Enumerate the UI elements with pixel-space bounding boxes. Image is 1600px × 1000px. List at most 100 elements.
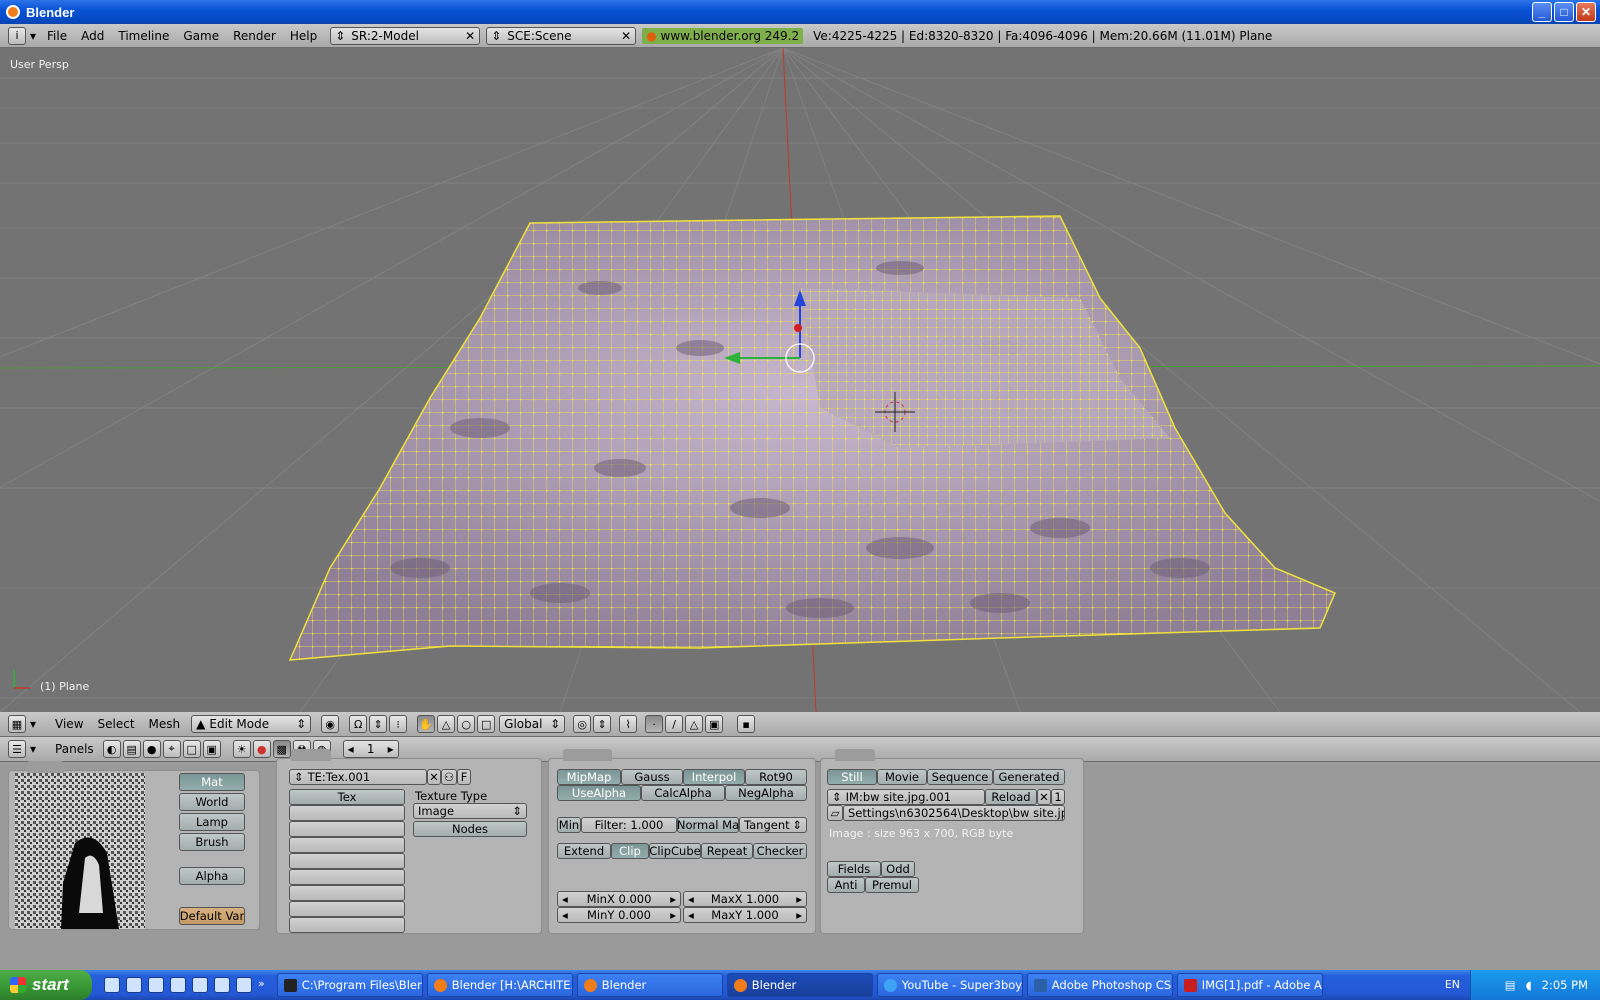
- face-select-icon[interactable]: △: [685, 715, 704, 733]
- close-button[interactable]: ✕: [1576, 2, 1596, 22]
- clipcube-button[interactable]: ClipCube: [649, 843, 701, 859]
- extend-button[interactable]: Extend: [557, 843, 611, 859]
- image-path-field[interactable]: Settings\n6302564\Desktop\bw site.jpg: [843, 805, 1065, 821]
- scale-icon[interactable]: □: [477, 715, 496, 733]
- anti-toggle[interactable]: Anti: [827, 877, 865, 893]
- screen-selector[interactable]: ⇕ SR:2-Model ✕: [330, 26, 481, 45]
- ie-icon[interactable]: [104, 977, 120, 993]
- texture-channel-slot[interactable]: [289, 901, 405, 917]
- texture-channel-slot[interactable]: [289, 917, 405, 933]
- more-chevron-icon[interactable]: »: [258, 977, 265, 993]
- preview-world-button[interactable]: World: [179, 793, 245, 811]
- menu-add[interactable]: Add: [74, 29, 111, 43]
- start-button[interactable]: start: [0, 970, 92, 1000]
- editor-type-icon[interactable]: ▦: [8, 715, 26, 733]
- increment-arrow-icon[interactable]: ▸: [796, 908, 802, 922]
- mipmap-toggle[interactable]: MipMap: [557, 769, 621, 785]
- snap-icon[interactable]: ⌇: [619, 715, 638, 733]
- menu-view[interactable]: View: [48, 717, 90, 731]
- filter-field[interactable]: Filter: 1.000: [581, 817, 677, 833]
- scene-context-icon[interactable]: ▣: [202, 740, 221, 758]
- collapse-menu-icon[interactable]: ▾: [30, 29, 36, 43]
- fields-toggle[interactable]: Fields: [827, 861, 881, 877]
- delete-screen-icon[interactable]: ✕: [465, 29, 475, 43]
- odd-toggle[interactable]: Odd: [881, 861, 915, 877]
- menu-select[interactable]: Select: [91, 717, 142, 731]
- decrement-arrow-icon[interactable]: ◂: [348, 742, 354, 756]
- premul-toggle[interactable]: Premul: [865, 877, 919, 893]
- source-generated-button[interactable]: Generated: [993, 769, 1065, 785]
- taskbar-item[interactable]: Adobe Photoshop CS...: [1026, 973, 1173, 997]
- script-context-icon[interactable]: ▤: [122, 740, 141, 758]
- version-label[interactable]: ● www.blender.org 249.2: [642, 27, 804, 44]
- delete-scene-icon[interactable]: ✕: [621, 29, 631, 43]
- usealpha-toggle[interactable]: UseAlpha: [557, 785, 641, 801]
- texture-channel-slot[interactable]: [289, 885, 405, 901]
- increment-arrow-icon[interactable]: ▸: [796, 892, 802, 906]
- preview-mat-button[interactable]: Mat: [179, 773, 245, 791]
- source-movie-button[interactable]: Movie: [877, 769, 927, 785]
- clip-button[interactable]: Clip: [611, 843, 649, 859]
- rotate-icon[interactable]: ○: [457, 715, 476, 733]
- ie-icon[interactable]: [236, 977, 252, 993]
- minx-field[interactable]: ◂ MinX 0.000 ▸: [557, 891, 681, 907]
- map-image-panel-tab[interactable]: [563, 749, 612, 761]
- menu-timeline[interactable]: Timeline: [111, 29, 176, 43]
- texture-context-icon[interactable]: ▩: [272, 740, 291, 758]
- menu-game[interactable]: Game: [176, 29, 226, 43]
- texture-channel-slot[interactable]: [289, 837, 405, 853]
- pivot-icon[interactable]: Ω: [349, 715, 368, 733]
- maxx-field[interactable]: ◂ MaxX 1.000 ▸: [683, 891, 807, 907]
- preview-panel-tab[interactable]: [27, 761, 65, 773]
- taskbar-item[interactable]: YouTube - Super3boy...: [876, 973, 1023, 997]
- taskbar-item[interactable]: C:\Program Files\Blen...: [276, 973, 423, 997]
- nodes-button[interactable]: Nodes: [413, 821, 527, 837]
- object-context-icon[interactable]: ⌖: [162, 740, 181, 758]
- frame-number-field[interactable]: ◂ 1 ▸: [342, 740, 399, 758]
- image-name-field[interactable]: ⇕ IM:bw site.jpg.001: [827, 789, 985, 805]
- lamp-context-icon[interactable]: ☀: [232, 740, 251, 758]
- increment-arrow-icon[interactable]: ▸: [670, 892, 676, 906]
- editing-context-icon[interactable]: □: [182, 740, 201, 758]
- calcalpha-toggle[interactable]: CalcAlpha: [641, 785, 725, 801]
- editor-type-icon[interactable]: ☰: [8, 740, 26, 758]
- volume-icon[interactable]: ◖: [1526, 978, 1532, 992]
- texture-name-field[interactable]: ⇕ TE:Tex.001: [289, 769, 427, 785]
- outlook-icon[interactable]: [170, 977, 186, 993]
- pivot-dropdown-icon[interactable]: ⇕: [369, 715, 388, 733]
- hand-manipulator-icon[interactable]: ✋: [417, 715, 436, 733]
- minimize-button[interactable]: _: [1532, 2, 1552, 22]
- menu-mesh[interactable]: Mesh: [142, 717, 188, 731]
- layers-icon[interactable]: ⁝: [389, 715, 408, 733]
- checker-button[interactable]: Checker: [753, 843, 807, 859]
- texture-channel-slot[interactable]: [289, 869, 405, 885]
- network-icon[interactable]: ▤: [1505, 978, 1516, 992]
- window-title-bar[interactable]: Blender _ □ ✕: [0, 0, 1600, 24]
- scene-selector[interactable]: ⇕ SCE:Scene ✕: [486, 26, 637, 45]
- draw-type-icon[interactable]: ◉: [321, 715, 340, 733]
- decrement-arrow-icon[interactable]: ◂: [688, 908, 694, 922]
- mode-selector[interactable]: ▲ Edit Mode ⇕: [191, 715, 312, 733]
- proportional-edit-icon[interactable]: ◎: [573, 715, 592, 733]
- taskbar-item[interactable]: IMG[1].pdf - Adobe A...: [1176, 973, 1323, 997]
- orientation-selector[interactable]: Global ⇕: [499, 715, 566, 733]
- texture-channel-slot[interactable]: [289, 821, 405, 837]
- menu-help[interactable]: Help: [283, 29, 324, 43]
- texture-channel-slot[interactable]: [289, 805, 405, 821]
- preview-lamp-button[interactable]: Lamp: [179, 813, 245, 831]
- occlude-icon[interactable]: ▣: [705, 715, 724, 733]
- maximize-button[interactable]: □: [1554, 2, 1574, 22]
- decrement-arrow-icon[interactable]: ◂: [562, 908, 568, 922]
- texture-channel-slot[interactable]: [289, 853, 405, 869]
- edge-select-icon[interactable]: /: [665, 715, 684, 733]
- folder-icon[interactable]: [126, 977, 142, 993]
- normal-space-selector[interactable]: Tangent ⇕: [739, 817, 807, 833]
- menu-file[interactable]: File: [40, 29, 74, 43]
- alpha-button[interactable]: Alpha: [179, 867, 245, 885]
- preview-brush-button[interactable]: Brush: [179, 833, 245, 851]
- shading-context-icon[interactable]: ●: [142, 740, 161, 758]
- excel-icon[interactable]: [148, 977, 164, 993]
- 3d-viewport[interactable]: User Persp (1) Plane: [0, 48, 1600, 712]
- min-toggle[interactable]: Min: [557, 817, 581, 833]
- translate-icon[interactable]: △: [437, 715, 456, 733]
